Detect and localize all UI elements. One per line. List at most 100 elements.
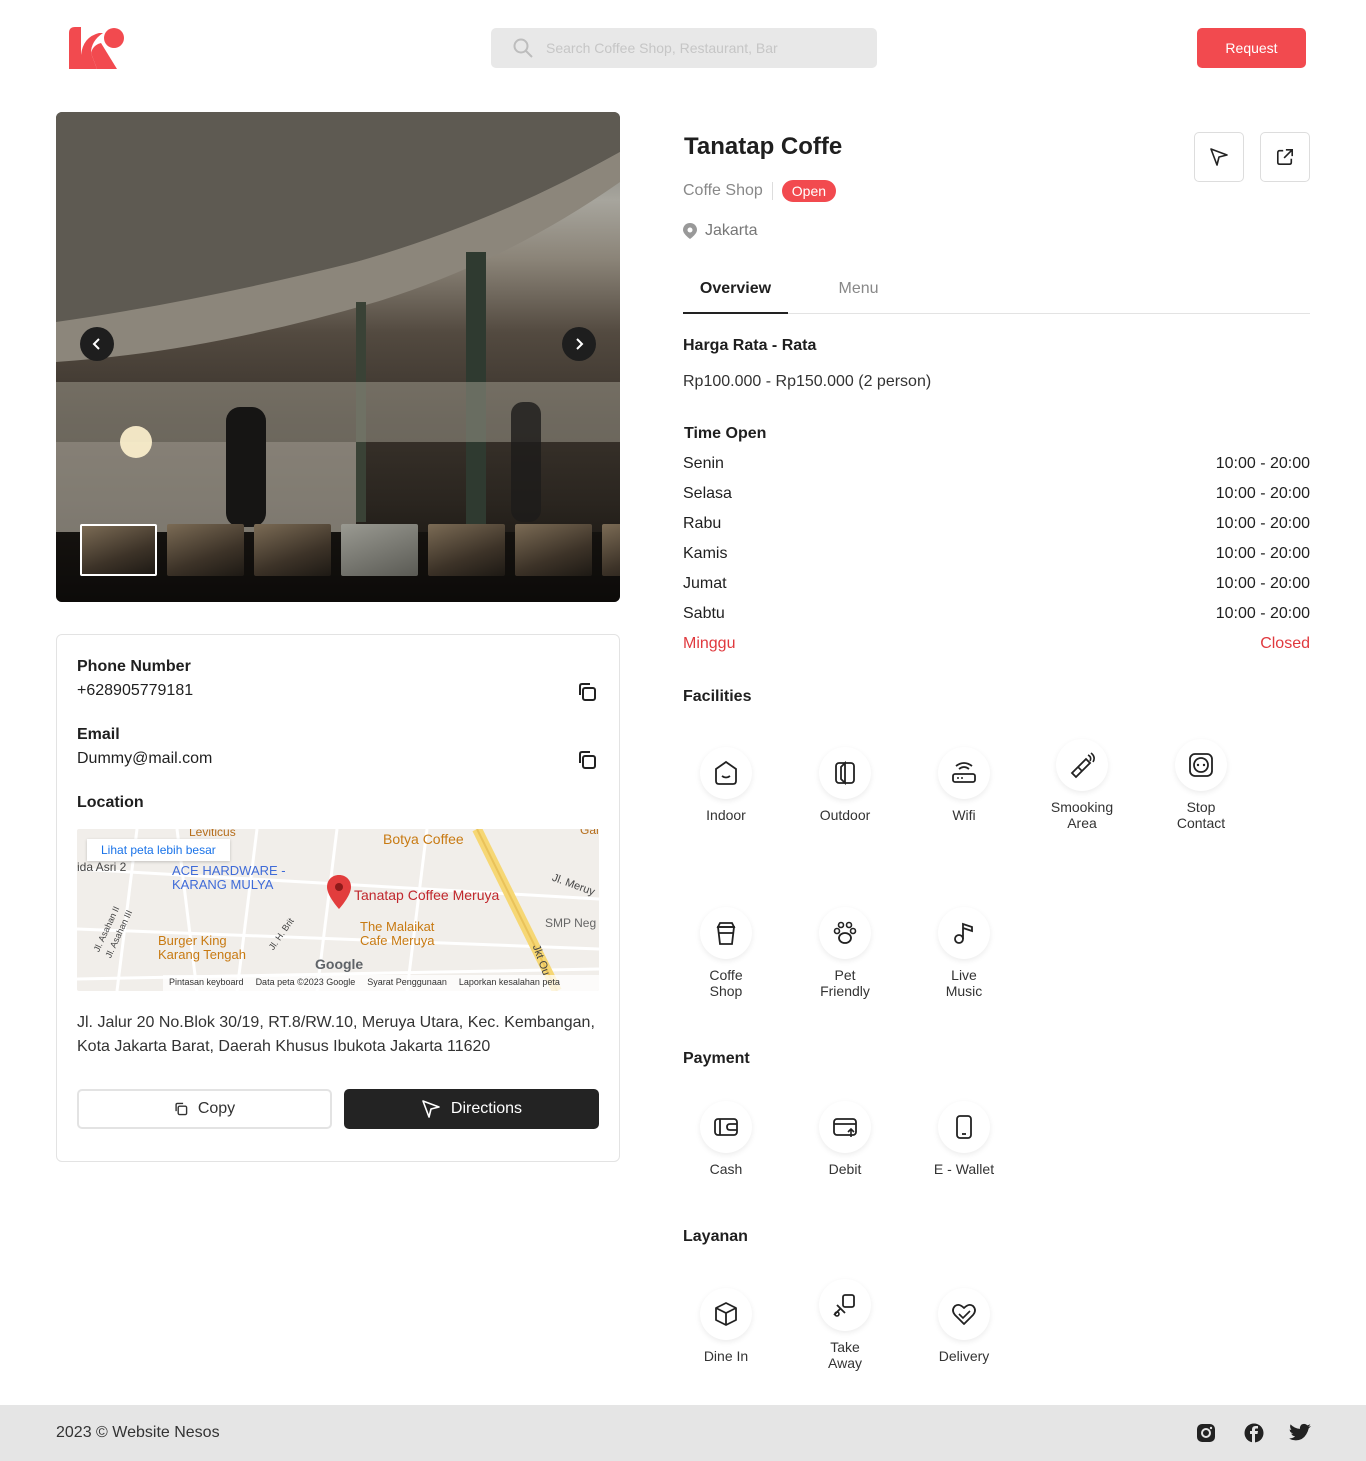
payment-cash: Cash [671, 1101, 781, 1177]
map-footer-link[interactable]: Laporkan kesalahan peta [459, 977, 560, 989]
photo-gallery[interactable] [56, 112, 620, 602]
hours-row: Rabu 10:00 - 20:00 [683, 515, 1310, 533]
gallery-thumbnail[interactable] [341, 524, 418, 576]
facility-label: Live [951, 967, 977, 983]
brand-logo[interactable] [69, 27, 125, 69]
search-bar[interactable] [491, 28, 877, 68]
facility-wifi: Wifi [909, 747, 1019, 823]
map-footer-link[interactable]: Syarat Penggunaan [367, 977, 447, 989]
instagram-icon[interactable] [1196, 1423, 1216, 1443]
facility-label: Music [945, 983, 983, 999]
service-label: Away [828, 1355, 862, 1371]
cart-icon [833, 1294, 855, 1317]
price-label: Harga Rata - Rata [683, 337, 817, 354]
email-value: Dummy@mail.com [77, 750, 213, 767]
larger-map-link[interactable]: Lihat peta lebih besar [87, 839, 230, 861]
facility-label: Outdoor [819, 807, 871, 823]
day: Sabtu [683, 605, 725, 622]
hours-row: Selasa 10:00 - 20:00 [683, 485, 1310, 503]
time: 10:00 - 20:00 [1215, 575, 1310, 592]
payment-ewallet: E - Wallet [909, 1101, 1019, 1177]
facility-label: Contact [1176, 815, 1226, 831]
time: 10:00 - 20:00 [1215, 545, 1310, 562]
gallery-thumbnail[interactable] [254, 524, 331, 576]
map-place: SMP Neg [545, 916, 597, 930]
gallery-prev-button[interactable] [80, 327, 114, 361]
facebook-icon[interactable] [1244, 1423, 1264, 1443]
share-icon [1276, 148, 1294, 166]
google-logo: Google [315, 956, 364, 972]
address-line: Jl. Jalur 20 No.Blok 30/19, RT.8/RW.10, … [77, 1014, 595, 1031]
hours-row: Senin 10:00 - 20:00 [683, 455, 1310, 473]
gallery-thumbnail[interactable] [515, 524, 592, 576]
heart-hand-icon [952, 1303, 976, 1325]
place-location: Jakarta [683, 222, 757, 240]
copy-email-icon[interactable] [577, 750, 597, 770]
directions-button[interactable]: Directions [344, 1089, 599, 1129]
facility-label: Area [1067, 815, 1097, 831]
map-place: ACE HARDWARE - KARANG MULYA [172, 863, 286, 892]
address-line: Kota Jakarta Barat, Daerah Khusus Ibukot… [77, 1038, 491, 1055]
gallery-thumbnail[interactable] [167, 524, 244, 576]
gallery-next-button[interactable] [562, 327, 596, 361]
socket-icon [1189, 753, 1213, 777]
place-city: Jakarta [705, 222, 758, 239]
price-value: Rp100.000 - Rp150.000 (2 person) [683, 373, 932, 390]
day: Kamis [683, 545, 728, 562]
phone-label: Phone Number [77, 658, 191, 675]
hours-row: Kamis 10:00 - 20:00 [683, 545, 1310, 563]
gallery-thumbnail[interactable] [428, 524, 505, 576]
hours-row: Sabtu 10:00 - 20:00 [683, 605, 1310, 623]
facility-label: Indoor [706, 807, 746, 823]
facility-socket: Stop Contact [1146, 739, 1256, 831]
map-place: Botya Coffee [383, 831, 464, 847]
service-label: Take [830, 1339, 860, 1355]
map-pin-icon[interactable] [327, 875, 351, 909]
copy-label: Copy [197, 1100, 236, 1117]
share-button[interactable] [1260, 132, 1310, 182]
footer: 2023 © Website Nesos [0, 1405, 1366, 1461]
gallery-thumbnail[interactable] [602, 524, 620, 576]
map-pin-label: Tanatap Coffee Meruya [354, 887, 500, 903]
map-place: Leviticus [189, 829, 236, 839]
facility-outdoor: Outdoor [790, 747, 900, 823]
copy-phone-icon[interactable] [577, 682, 597, 702]
facility-live-music: Live Music [909, 907, 1019, 999]
box-icon [715, 1302, 737, 1326]
request-button[interactable]: Request [1197, 28, 1306, 68]
search-icon [513, 38, 533, 58]
tab-menu[interactable]: Menu [806, 280, 911, 298]
chevron-left-icon [92, 338, 100, 350]
map-place: Gar [580, 829, 599, 837]
email-label: Email [77, 726, 120, 743]
directions-label: Directions [450, 1100, 523, 1117]
time: Closed [1260, 635, 1310, 652]
twitter-icon[interactable] [1289, 1423, 1311, 1443]
phone-number: +628905779181 [77, 682, 194, 699]
chevron-right-icon [576, 338, 584, 350]
day: Minggu [683, 635, 736, 652]
search-input[interactable] [546, 28, 866, 68]
facility-pet-friendly: Pet Friendly [790, 907, 900, 999]
copy-address-button[interactable]: Copy [77, 1089, 332, 1129]
gallery-thumbnail[interactable] [80, 524, 157, 576]
service-dine-in: Dine In [671, 1288, 781, 1364]
music-note-icon [954, 922, 973, 944]
facility-label: Friendly [820, 983, 870, 999]
location-map[interactable]: Lihat peta lebih besar Tanatap Coffee Me… [77, 829, 599, 991]
time: 10:00 - 20:00 [1215, 455, 1310, 472]
payment-label-text: Cash [709, 1161, 743, 1177]
navigate-button[interactable] [1194, 132, 1244, 182]
location-pin-icon [683, 223, 697, 239]
map-place: The Malaikat Cafe Meruya [360, 919, 435, 948]
facility-smoking: Smooking Area [1027, 739, 1137, 831]
status-badge: Open [781, 180, 837, 202]
tab-label: Overview [699, 280, 772, 297]
address: Jl. Jalur 20 No.Blok 30/19, RT.8/RW.10, … [77, 1011, 595, 1059]
indoor-icon [715, 760, 737, 785]
map-place: ida Asri 2 [77, 860, 127, 874]
map-footer-link[interactable]: Pintasan keyboard [169, 977, 244, 989]
location-label: Location [77, 794, 144, 811]
contact-card: Phone Number +628905779181 Email Dummy@m… [56, 634, 620, 1162]
tab-overview[interactable]: Overview [683, 280, 788, 314]
